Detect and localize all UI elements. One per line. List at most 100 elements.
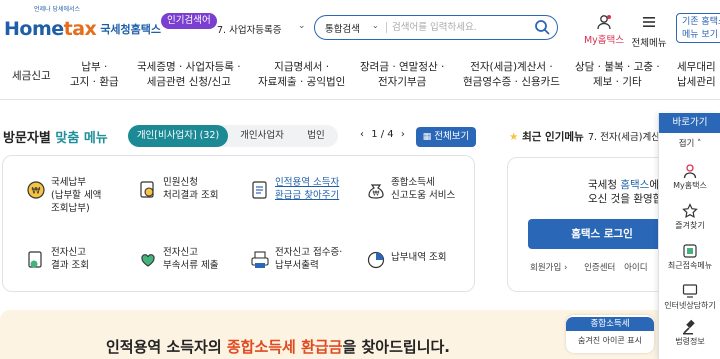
quick-panel-header: 바로가기: [659, 113, 720, 133]
all-menu-button[interactable]: 전체메뉴: [630, 14, 668, 49]
popular-search-badge: 인기검색어: [161, 13, 217, 29]
menu-item-refund-finder[interactable]: 인적용역 소득자 환급금 찾아주기: [249, 176, 359, 210]
chevron-down-icon[interactable]: ⌄: [298, 21, 306, 31]
search-scope-select[interactable]: 통합검색: [325, 21, 360, 35]
file-check-icon: [28, 251, 42, 268]
quick-favorites[interactable]: 즐겨찾기: [659, 199, 720, 235]
menu-item-national-tax-payment[interactable]: ₩ 국세납부 (납부할 세액 조회납부): [25, 176, 125, 214]
recent-menu-icon: [683, 244, 697, 258]
menu-item-attachment-submit[interactable]: 전자신고 부속서류 제출: [137, 246, 237, 280]
my-hometax-label: My홈택스: [583, 35, 625, 46]
visitor-menu-card: ₩ 국세납부 (납부할 세액 조회납부) 민원신청 처리결과 조회 인적용역 소득자 환…: [2, 155, 475, 292]
hand-heart-icon: [141, 254, 155, 267]
login-links: 회원가입 › 인증센터 아이디: [530, 261, 648, 273]
hometax-logo[interactable]: 언제나 당세에서스 Hometax 국세청홈택스: [4, 6, 162, 40]
search-divider: [386, 22, 387, 33]
recent-popular-menu-title: ★ 최근 인기메뉴: [509, 131, 584, 143]
hometax-login-button[interactable]: 홈택스 로그인: [528, 219, 676, 249]
star-icon: ★: [509, 131, 519, 143]
menu-item-label: 국세납부 (납부할 세액 조회납부): [51, 177, 102, 214]
tab-individual[interactable]: 개인[비사업자] (32): [128, 125, 228, 147]
star-icon: [682, 203, 698, 219]
printer-icon: [251, 251, 269, 268]
gnb-item-certificates[interactable]: 국세증명 · 사업자등록 · 세금관련 신청/신고: [137, 60, 241, 90]
login-box: 국세청 홈택스에 오신 것을 환영합니 홈택스 로그인 회원가입 › 인증센터 …: [507, 157, 677, 292]
visitor-menu-title: 방문자별 맞춤 메뉴: [3, 131, 108, 146]
menu-item-label: 전자신고 부속서류 제출: [163, 247, 219, 271]
user-icon: [597, 15, 611, 30]
bubble-title: 종합소득세: [566, 317, 654, 331]
pager-prev-icon[interactable]: ‹: [360, 129, 364, 140]
chevron-down-icon[interactable]: ⌄: [372, 21, 379, 30]
menu-item-label: 인적용역 소득자 환급금 찾아주기: [275, 177, 340, 201]
menu-item-label: 종합소득세 신고도움 서비스: [391, 177, 456, 201]
gnb-item-tax-agent[interactable]: 세무대리 · 납세관리: [677, 60, 720, 90]
logo-korean-name: 국세청홈택스: [100, 23, 162, 36]
hamburger-menu-icon: [643, 17, 655, 27]
search-input[interactable]: [392, 19, 532, 36]
menu-item-label: 전자신고 접수증· 납부서출력: [275, 247, 343, 271]
money-bag-icon: ₩: [368, 184, 384, 199]
gnb-item-tax-filing[interactable]: 세금신고: [12, 69, 51, 84]
pager-next-icon[interactable]: ›: [401, 129, 405, 140]
tab-sole-proprietor[interactable]: 개인사업자: [232, 125, 292, 147]
menu-item-label: 민원신청 처리결과 조회: [163, 177, 219, 201]
visitor-tabs: 개인[비사업자] (32) 개인사업자 법인: [128, 125, 338, 147]
popular-search-term[interactable]: 7. 사업자등록증: [217, 22, 282, 36]
gnb-item-incentives[interactable]: 장려금 · 연말정산 · 전자기부금: [360, 60, 444, 90]
quick-item-label: 최근접속메뉴: [667, 261, 713, 270]
bubble-subtitle: 숨겨진 아이콘 표시: [578, 336, 642, 345]
banner-text: 인적용역 소득자의 종합소득세 환급금을 찾아드립니다.: [106, 338, 451, 356]
quick-online-consultation[interactable]: 인터넷상담하기: [659, 279, 720, 315]
quick-access-panel: 바로가기 접기 ˄ My홈택스 즐겨찾기 최근접속메뉴 인터넷상담하기 법령정보: [658, 113, 720, 359]
quick-item-label: 법령정보: [675, 337, 705, 346]
search-icon[interactable]: [534, 19, 550, 35]
menu-item-income-tax-help[interactable]: ₩ 종합소득세 신고도움 서비스: [365, 176, 465, 210]
global-navigation: 세금신고 납부 · 고지 · 환급 국세증명 · 사업자등록 · 세금관련 신청/신…: [0, 58, 720, 100]
menu-item-e-filing-result[interactable]: 전자신고 결과 조회: [25, 246, 125, 280]
quick-my-hometax[interactable]: My홈택스: [659, 159, 720, 195]
visitor-pager: ‹ 1 / 4 ›: [360, 129, 405, 140]
view-all-label: 전체보기: [434, 131, 470, 142]
quick-recent-menu[interactable]: 최근접속메뉴: [659, 239, 720, 275]
find-id-link[interactable]: 아이디: [624, 263, 647, 273]
document-search-icon: [140, 181, 154, 198]
my-hometax-button[interactable]: My홈택스: [582, 14, 626, 46]
coin-icon: ₩: [27, 181, 45, 199]
gnb-item-statements[interactable]: 지급명세서 · 자료제출 · 공익법인: [258, 60, 345, 90]
gavel-icon: [683, 319, 695, 335]
logo-tagline: 언제나 당세에서스: [34, 6, 81, 13]
menu-item-civil-request-result[interactable]: 민원신청 처리결과 조회: [137, 176, 237, 210]
menu-item-label: 납부내역 조회: [391, 252, 447, 263]
document-icon: [252, 181, 267, 199]
view-all-button[interactable]: ▦ 전체보기: [416, 127, 476, 147]
old-menu-line2: 메뉴 보기: [682, 30, 718, 40]
popular-menu-first-item[interactable]: 7. 전자(세금)계산서: [588, 129, 669, 143]
gnb-item-payment[interactable]: 납부 · 고지 · 환급: [70, 60, 119, 90]
pager-status: 1 / 4: [371, 129, 394, 140]
menu-item-receipt-print[interactable]: 전자신고 접수증· 납부서출력: [249, 246, 359, 280]
cert-center-link[interactable]: 인증센터: [584, 263, 615, 273]
quick-item-label: 인터넷상담하기: [664, 301, 716, 310]
user-icon: [683, 164, 697, 179]
gnb-item-e-invoice[interactable]: 전자(세금)계산서 · 현금영수증 · 신용카드: [463, 60, 560, 90]
pie-chart-icon: [367, 251, 385, 269]
quick-law-info[interactable]: 법령정보: [659, 315, 720, 351]
gnb-item-consultation[interactable]: 상담 · 불복 · 고충 · 제보 · 기타: [575, 60, 660, 90]
banner-bubble: 종합소득세 숨겨진 아이콘 표시: [566, 315, 654, 353]
old-menu-line1: 기존 홈택스: [682, 17, 720, 27]
all-menu-label: 전체메뉴: [631, 38, 667, 49]
monitor-icon: [682, 284, 698, 298]
site-header: 언제나 당세에서스 Hometax 국세청홈택스 인기검색어 7. 사업자등록증…: [0, 0, 720, 58]
menu-item-payment-history[interactable]: 납부내역 조회: [365, 246, 465, 280]
quick-item-label: My홈택스: [673, 181, 707, 190]
tab-corporation[interactable]: 법인: [296, 125, 336, 147]
menu-item-label: 전자신고 결과 조회: [51, 247, 89, 271]
svg-text:₩: ₩: [373, 190, 380, 198]
quick-panel-fold-button[interactable]: 접기 ˄: [659, 137, 720, 151]
integrated-search-bar: 통합검색 ⌄: [314, 15, 558, 40]
old-menu-button[interactable]: 기존 홈택스 메뉴 보기: [676, 13, 720, 43]
grid-icon: ▦: [422, 132, 432, 142]
signup-link[interactable]: 회원가입 ›: [530, 263, 567, 273]
hometax-main-page: 언제나 당세에서스 Hometax 국세청홈택스 인기검색어 7. 사업자등록증…: [0, 0, 720, 359]
